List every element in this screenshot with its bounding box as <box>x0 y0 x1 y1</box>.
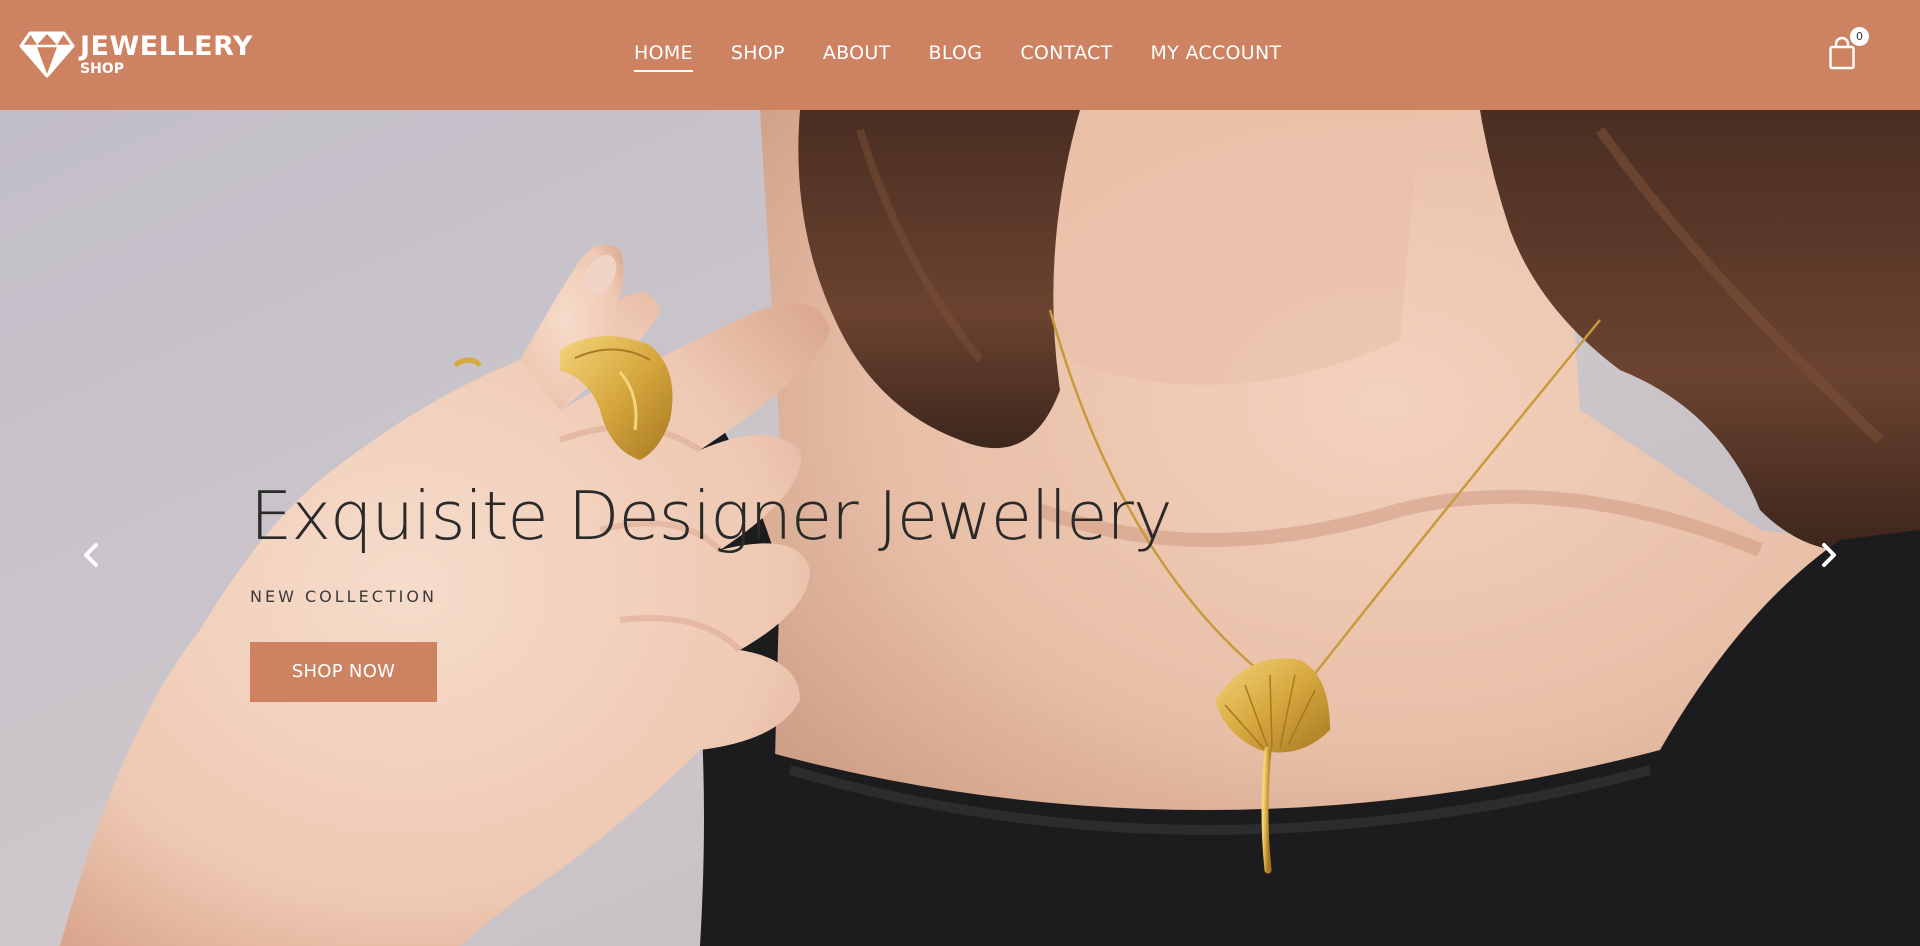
slider-next-button[interactable] <box>1814 535 1844 575</box>
cart-count-badge: 0 <box>1850 27 1869 46</box>
site-header: JEWELLERY SHOP HOME SHOP ABOUT BLOG CONT… <box>0 0 1920 110</box>
slide-subtitle: NEW COLLECTION <box>250 587 437 606</box>
nav-item-home[interactable]: HOME <box>634 42 693 72</box>
main-nav: HOME SHOP ABOUT BLOG CONTACT MY ACCOUNT <box>634 42 1281 72</box>
slide-title: Exquisite Designer Jewellery <box>250 477 1173 555</box>
brand-tagline: SHOP <box>80 60 124 77</box>
page: JEWELLERY SHOP HOME SHOP ABOUT BLOG CONT… <box>0 0 1920 946</box>
cart-button[interactable]: 0 <box>1828 27 1869 72</box>
hero-slider: Exquisite Designer Jewellery NEW COLLECT… <box>0 110 1920 946</box>
chevron-left-icon <box>84 543 98 567</box>
slider-prev-button[interactable] <box>76 535 106 575</box>
logo-text: JEWELLERY SHOP <box>80 33 253 76</box>
slide-caption: Exquisite Designer Jewellery NEW COLLECT… <box>250 477 1173 702</box>
chevron-right-icon <box>1822 543 1836 567</box>
nav-item-about[interactable]: ABOUT <box>823 42 891 72</box>
nav-item-my-account[interactable]: MY ACCOUNT <box>1151 42 1282 72</box>
shop-now-button[interactable]: SHOP NOW <box>250 642 437 702</box>
diamond-icon <box>19 31 75 78</box>
nav-item-shop[interactable]: SHOP <box>731 42 785 72</box>
brand-name: JEWELLERY <box>80 30 253 62</box>
nav-item-contact[interactable]: CONTACT <box>1020 42 1112 72</box>
site-logo[interactable]: JEWELLERY SHOP <box>19 30 253 78</box>
nav-item-blog[interactable]: BLOG <box>928 42 982 72</box>
